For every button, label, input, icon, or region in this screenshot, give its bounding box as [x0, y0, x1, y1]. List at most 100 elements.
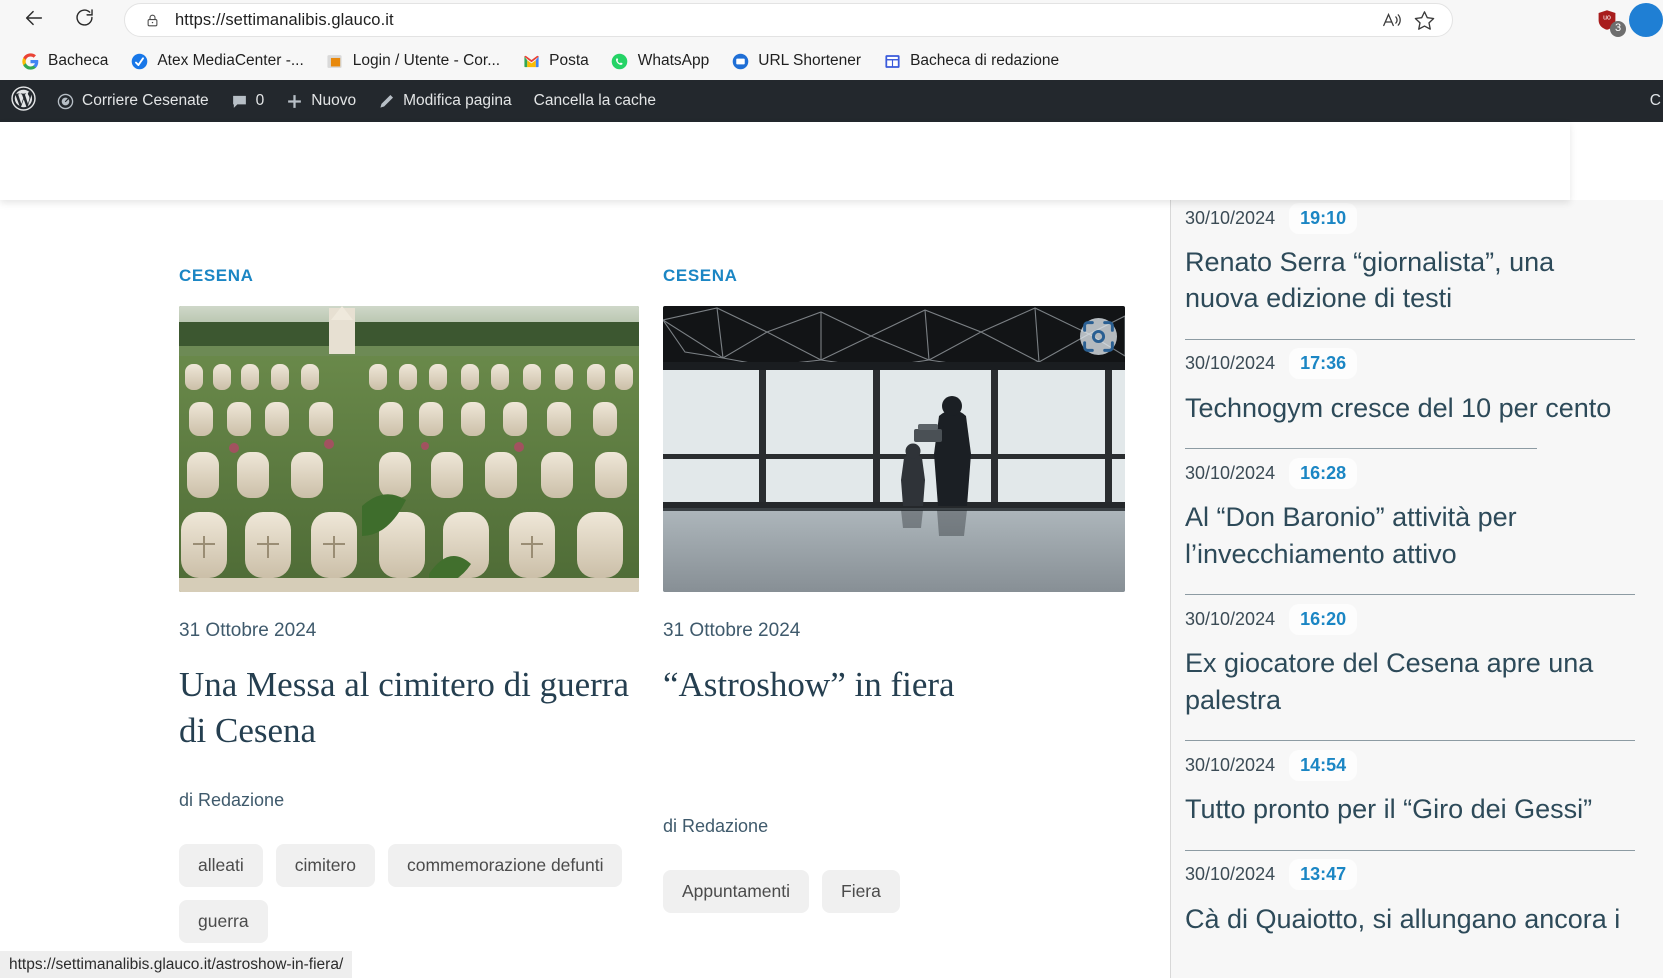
article-card: CESENA: [663, 200, 1123, 913]
wordpress-logo-button[interactable]: [0, 80, 46, 122]
bookmark-bacheca-di-redazione[interactable]: Bacheca di redazione: [874, 47, 1068, 75]
latest-news-sidebar: 30/10/2024 19:10 Renato Serra “giornalis…: [1170, 200, 1663, 978]
bookmark-whatsapp[interactable]: WhatsApp: [602, 47, 719, 75]
bookmark-label: Atex MediaCenter -...: [157, 52, 303, 70]
dashboard-icon: [883, 52, 901, 70]
adminbar-site-name-label: Corriere Cesenate: [82, 92, 209, 110]
whatsapp-icon: [611, 52, 629, 70]
shortener-icon: [731, 52, 749, 70]
news-date: 30/10/2024: [1185, 864, 1275, 885]
news-date: 30/10/2024: [1185, 208, 1275, 229]
bookmark-login-utente[interactable]: Login / Utente - Cor...: [317, 47, 509, 75]
dashboard-speedometer-icon: [57, 93, 74, 110]
news-title[interactable]: Ex giocatore del Cesena apre una palestr…: [1185, 645, 1635, 718]
news-title[interactable]: Tutto pronto per il “Giro dei Gessi”: [1185, 791, 1635, 827]
article-tags: alleati cimitero commemorazione defunti …: [179, 844, 649, 943]
article-card: CESENA: [179, 200, 639, 943]
svg-text:uo: uo: [1603, 15, 1611, 22]
google-icon: [21, 52, 39, 70]
back-button[interactable]: [16, 2, 52, 38]
news-list-item: 30/10/2024 16:28 Al “Don Baronio” attivi…: [1185, 449, 1635, 595]
article-author: di Redazione: [179, 790, 639, 811]
news-time-badge: 14:54: [1289, 750, 1357, 781]
star-icon[interactable]: [1408, 4, 1440, 36]
tag-chip[interactable]: Appuntamenti: [663, 870, 809, 913]
news-title[interactable]: Technogym cresce del 10 per cento: [1185, 390, 1635, 426]
page-content: CESENA: [0, 200, 1663, 978]
news-list-item: 30/10/2024 14:54 Tutto pronto per il “Gi…: [1185, 741, 1635, 850]
adminbar-account-area: C: [1639, 80, 1663, 122]
status-bar-url: https://settimanalibis.glauco.it/astrosh…: [9, 956, 343, 974]
news-date: 30/10/2024: [1185, 755, 1275, 776]
bookmark-atex-mediacenter[interactable]: Atex MediaCenter -...: [121, 47, 312, 75]
adminbar-edit-page[interactable]: Modifica pagina: [367, 80, 523, 122]
address-bar-text[interactable]: https://settimanalibis.glauco.it: [175, 11, 1376, 30]
bookmark-label: Login / Utente - Cor...: [353, 52, 500, 70]
tag-chip[interactable]: cimitero: [276, 844, 375, 887]
adminbar-comments[interactable]: 0: [220, 80, 276, 122]
news-meta: 30/10/2024 13:47: [1185, 857, 1635, 893]
site-navigation: [0, 122, 1570, 200]
adminbar-edit-page-label: Modifica pagina: [403, 92, 512, 110]
visual-search-icon[interactable]: [1080, 318, 1117, 355]
news-list-item: 30/10/2024 13:47 Cà di Quaiotto, si allu…: [1185, 851, 1635, 937]
news-meta: 30/10/2024 16:20: [1185, 601, 1635, 637]
wordpress-logo: [11, 86, 36, 116]
article-thumbnail-cemetery[interactable]: [179, 306, 639, 592]
cemetery-photo: [179, 306, 639, 592]
reload-button[interactable]: [66, 2, 102, 38]
news-date: 30/10/2024: [1185, 609, 1275, 630]
address-bar[interactable]: https://settimanalibis.glauco.it: [124, 3, 1453, 37]
browser-toolbar: https://settimanalibis.glauco.it uo 3: [0, 0, 1663, 40]
browser-chrome: https://settimanalibis.glauco.it uo 3 Ba…: [0, 0, 1663, 80]
tag-chip[interactable]: alleati: [179, 844, 263, 887]
bookmark-label: Bacheca di redazione: [910, 52, 1059, 70]
article-thumbnail-astroshow[interactable]: [663, 306, 1125, 592]
news-time-badge: 17:36: [1289, 348, 1357, 379]
login-icon: [326, 52, 344, 70]
ublock-extension-button[interactable]: uo 3: [1589, 2, 1625, 38]
news-time-badge: 13:47: [1289, 859, 1357, 890]
adminbar-account[interactable]: C: [1639, 80, 1661, 122]
tag-chip[interactable]: Fiera: [822, 870, 900, 913]
bookmark-label: Posta: [549, 52, 589, 70]
news-title[interactable]: Renato Serra “giornalista”, una nuova ed…: [1185, 244, 1635, 317]
tag-chip[interactable]: guerra: [179, 900, 268, 943]
article-title[interactable]: Una Messa al cimitero di guerra di Cesen…: [179, 662, 639, 754]
status-bar: https://settimanalibis.glauco.it/astrosh…: [0, 951, 352, 978]
news-title[interactable]: Al “Don Baronio” attività per l’invecchi…: [1185, 499, 1635, 572]
article-title[interactable]: “Astroshow” in fiera: [663, 662, 1123, 708]
news-meta: 30/10/2024 19:10: [1185, 200, 1635, 236]
pencil-icon: [378, 93, 395, 110]
adminbar-new[interactable]: Nuovo: [275, 80, 367, 122]
article-tags: Appuntamenti Fiera: [663, 870, 1133, 913]
adminbar-new-label: Nuovo: [311, 92, 356, 110]
news-meta: 30/10/2024 16:28: [1185, 455, 1635, 491]
article-category[interactable]: CESENA: [663, 266, 1123, 286]
bookmark-bacheca[interactable]: Bacheca: [12, 47, 117, 75]
news-title[interactable]: Cà di Quaiotto, si allungano ancora i: [1185, 901, 1635, 937]
tag-chip[interactable]: commemorazione defunti: [388, 844, 622, 887]
extension-icons: uo 3: [1589, 2, 1663, 38]
reload-icon: [74, 7, 95, 33]
article-category[interactable]: CESENA: [179, 266, 639, 286]
news-date: 30/10/2024: [1185, 353, 1275, 374]
bookmark-url-shortener[interactable]: URL Shortener: [722, 47, 870, 75]
bookmark-label: Bacheca: [48, 52, 108, 70]
gmail-icon: [522, 52, 540, 70]
news-list-item: 30/10/2024 19:10 Renato Serra “giornalis…: [1185, 200, 1635, 340]
astroshow-photo: [663, 306, 1125, 592]
adminbar-clear-cache[interactable]: Cancella la cache: [523, 80, 667, 122]
bookmark-posta[interactable]: Posta: [513, 47, 598, 75]
adminbar-site-name[interactable]: Corriere Cesenate: [46, 80, 220, 122]
back-arrow-icon: [23, 7, 45, 34]
profile-avatar[interactable]: [1629, 3, 1663, 37]
adminbar-comments-count: 0: [256, 92, 265, 110]
read-aloud-icon[interactable]: [1376, 4, 1408, 36]
atex-icon: [130, 52, 148, 70]
article-date: 31 Ottobre 2024: [663, 620, 1123, 642]
plus-icon: [286, 93, 303, 110]
news-time-badge: 19:10: [1289, 203, 1357, 234]
news-date: 30/10/2024: [1185, 463, 1275, 484]
comment-bubble-icon: [231, 93, 248, 110]
